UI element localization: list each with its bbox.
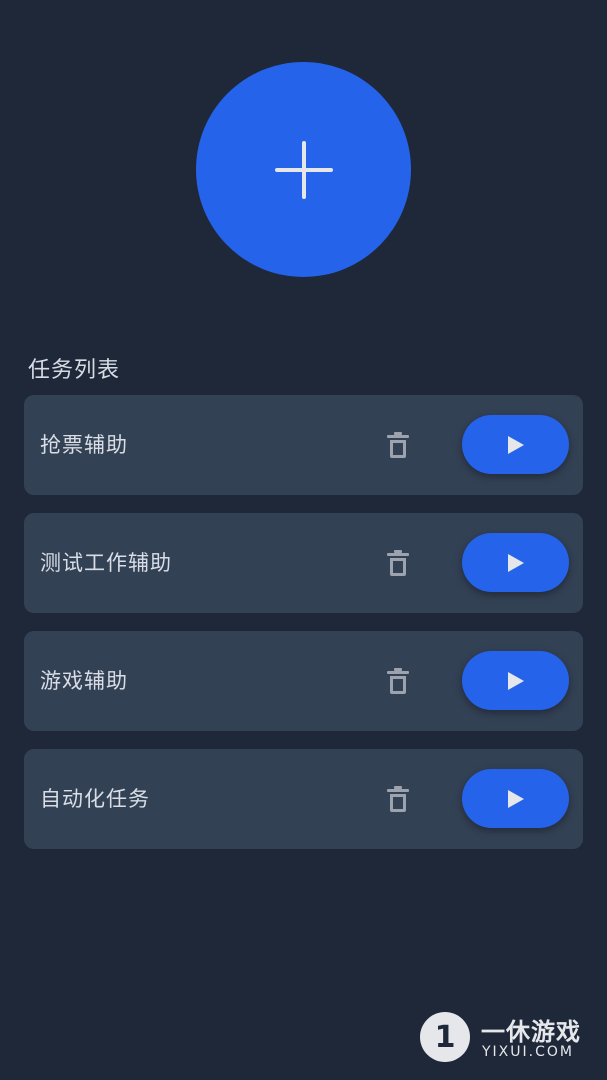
delete-task-button[interactable] bbox=[384, 547, 412, 579]
task-card: 抢票辅助 bbox=[24, 395, 583, 495]
trash-icon bbox=[387, 668, 409, 694]
trash-icon bbox=[387, 786, 409, 812]
watermark-title: 一休游戏 bbox=[481, 1018, 581, 1046]
task-card: 游戏辅助 bbox=[24, 631, 583, 731]
play-icon bbox=[507, 553, 524, 572]
trash-icon bbox=[387, 550, 409, 576]
task-name: 测试工作辅助 bbox=[40, 551, 172, 575]
task-name: 游戏辅助 bbox=[40, 669, 128, 693]
plus-icon bbox=[274, 140, 333, 199]
run-task-button[interactable] bbox=[462, 533, 569, 592]
task-list-title: 任务列表 bbox=[28, 358, 121, 383]
watermark-url: YIXUI.COM bbox=[482, 1044, 574, 1060]
task-card: 测试工作辅助 bbox=[24, 513, 583, 613]
run-task-button[interactable] bbox=[462, 769, 569, 828]
delete-task-button[interactable] bbox=[384, 783, 412, 815]
delete-task-button[interactable] bbox=[384, 665, 412, 697]
task-name: 抢票辅助 bbox=[40, 433, 128, 457]
trash-icon bbox=[387, 432, 409, 458]
add-task-button[interactable] bbox=[196, 62, 411, 277]
play-icon bbox=[507, 789, 524, 808]
task-card: 自动化任务 bbox=[24, 749, 583, 849]
play-icon bbox=[507, 435, 524, 454]
play-icon bbox=[507, 671, 524, 690]
task-name: 自动化任务 bbox=[40, 787, 150, 811]
task-list: 抢票辅助 测试工作辅助 游戏辅助 自动化任务 bbox=[24, 395, 583, 867]
watermark: 1 一休游戏 YIXUI.COM bbox=[420, 1010, 595, 1066]
watermark-logo: 1 bbox=[420, 1012, 470, 1062]
run-task-button[interactable] bbox=[462, 651, 569, 710]
delete-task-button[interactable] bbox=[384, 429, 412, 461]
run-task-button[interactable] bbox=[462, 415, 569, 474]
